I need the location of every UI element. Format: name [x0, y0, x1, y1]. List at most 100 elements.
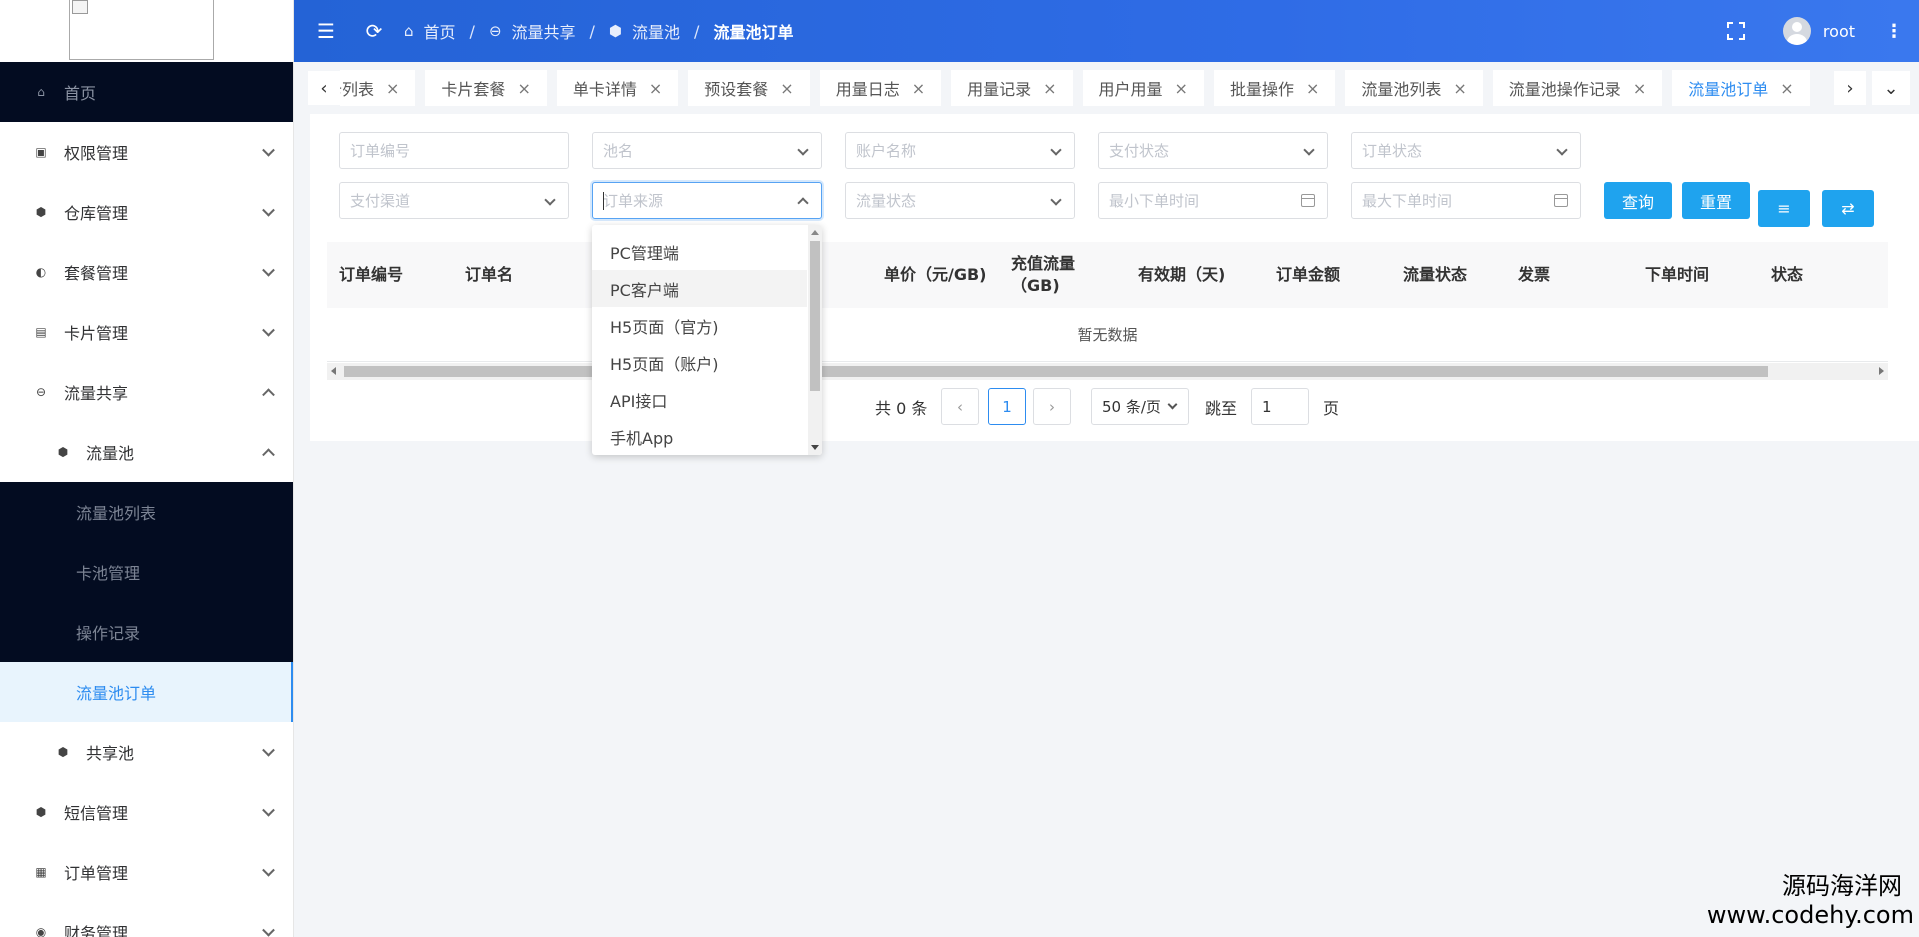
close-icon[interactable]: × — [1453, 79, 1466, 98]
breadcrumb-label: 流量共享 — [511, 23, 576, 42]
tab-pool-orders[interactable]: 流量池订单 × — [1672, 70, 1810, 106]
sidebar-item-warehouse[interactable]: ⬢ 仓库管理 — [0, 182, 293, 242]
scrollbar-thumb[interactable] — [344, 366, 1768, 377]
sidebar-item-cards[interactable]: ▤ 卡片管理 — [0, 302, 293, 362]
menu-collapse-icon[interactable]: ☰ — [314, 19, 338, 43]
query-button[interactable]: 查询 — [1604, 182, 1672, 219]
tab-label: 批量操作 — [1229, 80, 1294, 99]
dropdown-option[interactable]: API接口 — [592, 381, 807, 418]
tab-usage-log[interactable]: 用量日志 × — [819, 70, 942, 106]
order-status-select[interactable]: 订单状态 — [1351, 132, 1581, 169]
column-header[interactable]: 订单编号 — [339, 242, 403, 308]
sidebar-item-flow-share[interactable]: ⊖ 流量共享 — [0, 362, 293, 422]
column-header[interactable]: 发票 — [1518, 242, 1550, 308]
tab-card-detail[interactable]: 单卡详情 × — [556, 70, 679, 106]
dropdown-option[interactable]: H5页面（官方) — [592, 307, 807, 344]
fullscreen-icon[interactable] — [1726, 22, 1745, 40]
scroll-down-icon[interactable] — [811, 445, 819, 450]
table-horizontal-scrollbar[interactable] — [327, 363, 1888, 380]
next-page-button[interactable]: › — [1033, 388, 1071, 425]
column-header[interactable]: 有效期（天) — [1138, 242, 1225, 308]
close-icon[interactable]: × — [386, 79, 399, 98]
align-icon-button[interactable]: ≡ — [1758, 190, 1810, 227]
sidebar-item-pool-list[interactable]: 流量池列表 — [0, 482, 293, 542]
pay-status-select[interactable]: 支付状态 — [1098, 132, 1328, 169]
tabs-scroll-left-icon[interactable]: ‹ — [308, 71, 340, 105]
close-icon[interactable]: × — [912, 79, 925, 98]
column-header[interactable]: 单价（元/GB) — [884, 242, 987, 308]
sidebar-item-orders[interactable]: ▦ 订单管理 — [0, 842, 293, 902]
sidebar-item-sms[interactable]: ⬢ 短信管理 — [0, 782, 293, 842]
order-no-input[interactable]: 订单编号 — [339, 132, 569, 169]
column-header[interactable]: 流量状态 — [1403, 242, 1467, 308]
chevron-down-icon — [262, 263, 275, 277]
sidebar-item-card-pool[interactable]: 卡池管理 — [0, 542, 293, 602]
close-icon[interactable]: × — [1633, 79, 1646, 98]
flow-status-select[interactable]: 流量状态 — [845, 182, 1075, 219]
close-icon[interactable]: × — [1175, 79, 1188, 98]
more-vertical-icon[interactable]: ⋮ — [1885, 21, 1903, 42]
tab-batch-ops[interactable]: 批量操作 × — [1213, 70, 1336, 106]
account-name-select[interactable]: 账户名称 — [845, 132, 1075, 169]
sidebar-item-shared-pool[interactable]: ⬢ 共享池 — [0, 722, 293, 782]
column-header[interactable]: 状态 — [1771, 242, 1803, 308]
reset-button[interactable]: 重置 — [1682, 182, 1750, 219]
pool-name-select[interactable]: 池名 — [592, 132, 822, 169]
avatar[interactable] — [1782, 17, 1811, 45]
prev-page-button[interactable]: ‹ — [941, 388, 979, 425]
columns-icon-button[interactable]: ⇄ — [1822, 190, 1874, 227]
sidebar-item-home[interactable]: ⌂ 首页 — [0, 62, 293, 122]
scroll-up-icon[interactable] — [811, 230, 819, 235]
pagination-total: 共 0 条 — [875, 399, 928, 418]
field-placeholder: 订单编号 — [350, 142, 411, 160]
tab-preset-packages[interactable]: 预设套餐 × — [688, 70, 810, 106]
page-size-select[interactable]: 50 条/页 — [1091, 388, 1189, 425]
dropdown-option[interactable]: H5页面（账户) — [592, 344, 807, 381]
min-order-time-picker[interactable]: 最小下单时间 — [1098, 182, 1328, 219]
sidebar-item-finance[interactable]: ◉ 财务管理 — [0, 902, 293, 937]
tab-card-packages[interactable]: 卡片套餐 × — [425, 70, 547, 106]
header-right: root ⋮ — [1726, 0, 1919, 62]
order-source-select[interactable]: 订单来源 — [592, 182, 822, 219]
page-number-button[interactable]: 1 — [988, 388, 1026, 425]
pay-channel-select[interactable]: 支付渠道 — [339, 182, 569, 219]
close-icon[interactable]: × — [780, 79, 793, 98]
dropdown-option[interactable]: PC管理端 — [592, 233, 807, 270]
tabs-scroll-right-icon[interactable]: › — [1834, 71, 1866, 105]
max-order-time-picker[interactable]: 最大下单时间 — [1351, 182, 1581, 219]
close-icon[interactable]: × — [1780, 79, 1793, 98]
sidebar-item-pool-orders[interactable]: 流量池订单 — [0, 662, 293, 722]
sidebar-item-operation-log[interactable]: 操作记录 — [0, 602, 293, 662]
chevron-down-icon — [1050, 144, 1062, 156]
column-header[interactable]: 订单金额 — [1276, 242, 1340, 308]
breadcrumb-item-flow-pool[interactable]: ⬢ 流量池 — [609, 19, 680, 43]
close-icon[interactable]: × — [649, 79, 662, 98]
sidebar-item-permissions[interactable]: ▣ 权限管理 — [0, 122, 293, 182]
tab-pool-op-log[interactable]: 流量池操作记录 × — [1492, 70, 1663, 106]
scrollbar-thumb[interactable] — [810, 241, 820, 391]
sidebar-item-packages[interactable]: ◐ 套餐管理 — [0, 242, 293, 302]
jump-page-input[interactable]: 1 — [1251, 388, 1309, 425]
close-icon[interactable]: × — [517, 79, 530, 98]
scroll-right-icon[interactable] — [1879, 367, 1884, 375]
username[interactable]: root — [1823, 22, 1855, 41]
scroll-left-icon[interactable] — [331, 367, 336, 375]
close-icon[interactable]: × — [1306, 79, 1319, 98]
dropdown-option[interactable]: PC客户端 — [592, 270, 807, 307]
column-header[interactable]: 下单时间 — [1645, 242, 1709, 308]
tab-pool-list[interactable]: 流量池列表 × — [1345, 70, 1483, 106]
dropdown-scrollbar[interactable] — [808, 225, 822, 455]
tab-card-list[interactable]: 卡列表 × — [340, 70, 416, 106]
column-header[interactable]: 订单名 — [465, 242, 513, 308]
jump-label: 跳至 — [1205, 399, 1238, 418]
tab-usage-records[interactable]: 用量记录 × — [951, 70, 1073, 106]
close-icon[interactable]: × — [1043, 79, 1056, 98]
sidebar-item-flow-pool[interactable]: ⬢ 流量池 — [0, 422, 293, 482]
breadcrumb-item-flow-share[interactable]: ⊖ 流量共享 — [489, 19, 576, 43]
refresh-icon[interactable]: ⟳ — [362, 19, 386, 43]
tabs-menu-chevron-icon[interactable]: ⌄ — [1872, 71, 1910, 105]
tab-user-usage[interactable]: 用户用量 × — [1082, 70, 1204, 106]
breadcrumb-item-home[interactable]: ⌂ 首页 — [404, 19, 456, 43]
column-header[interactable]: 充值流量（GB) — [1011, 242, 1123, 308]
dropdown-option[interactable]: 手机App — [592, 418, 807, 455]
